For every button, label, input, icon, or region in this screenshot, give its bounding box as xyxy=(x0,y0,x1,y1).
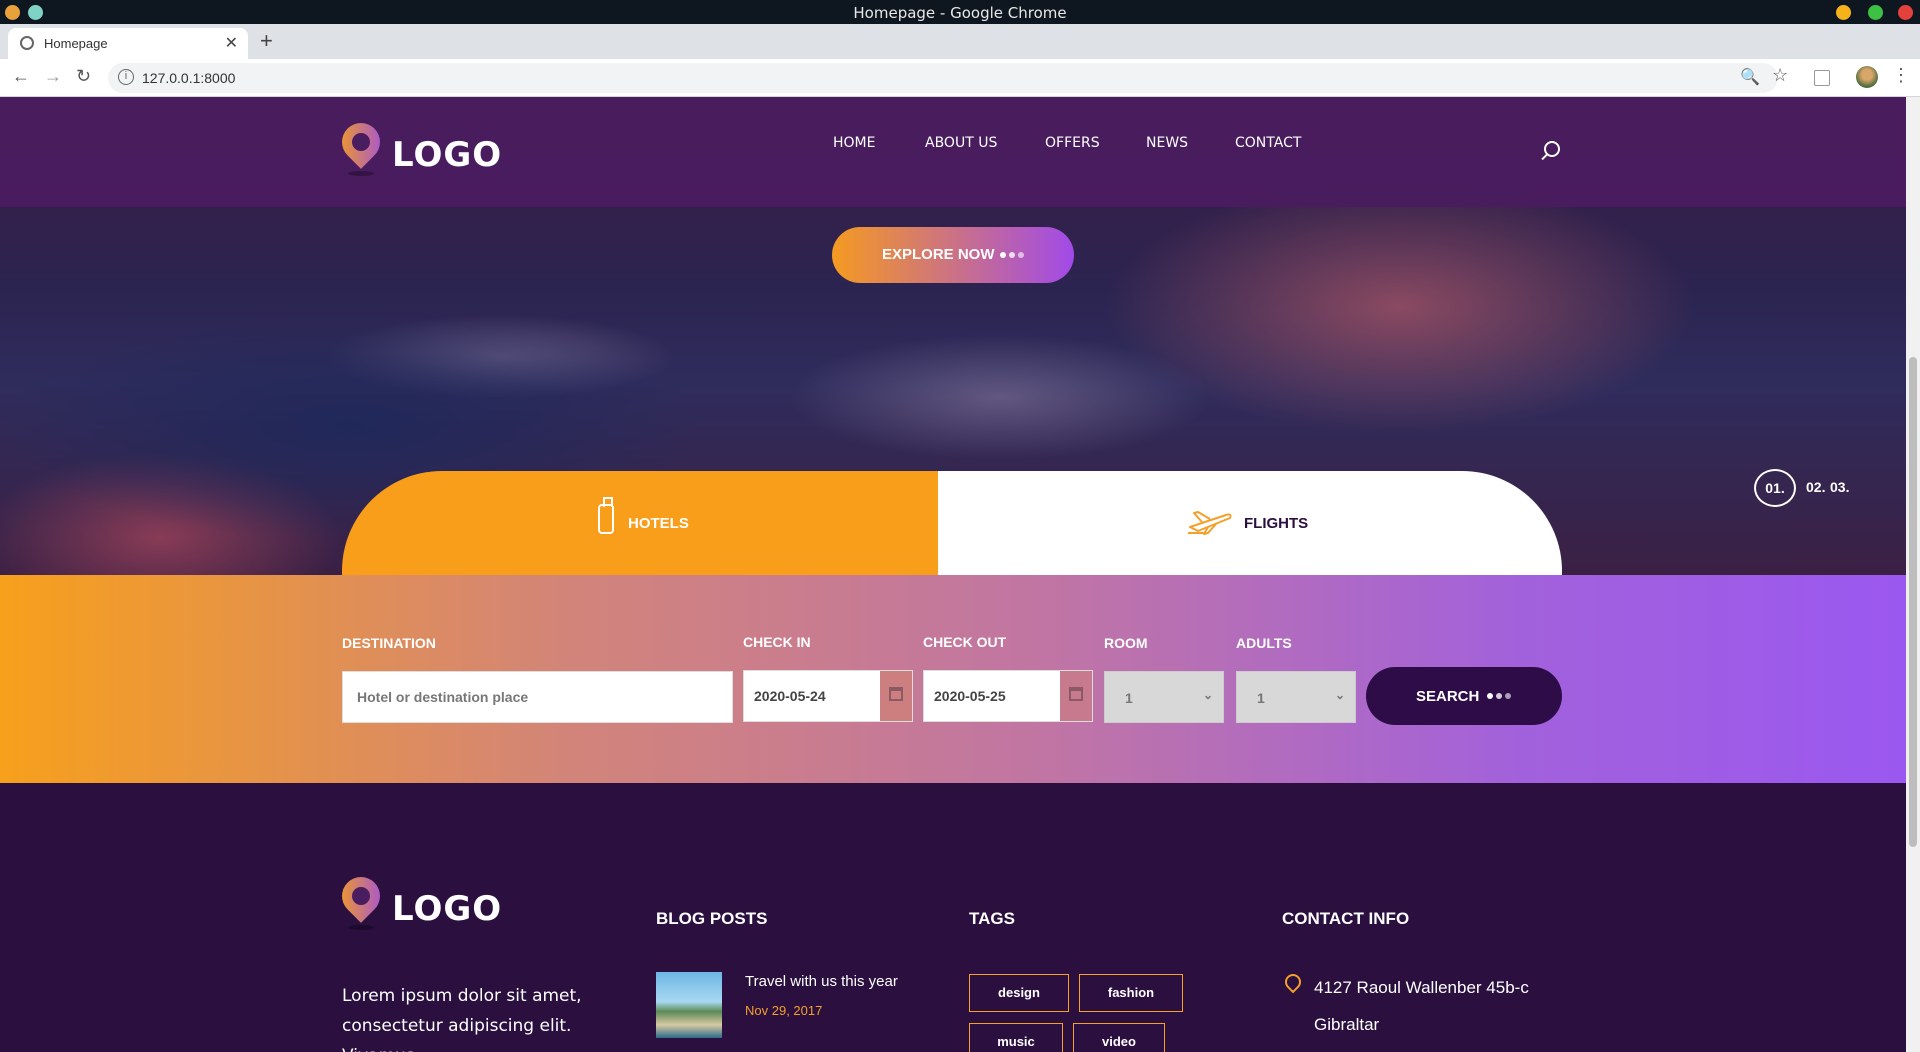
calendar-icon xyxy=(1069,687,1083,701)
tag-music[interactable]: music xyxy=(969,1023,1063,1052)
check-out-value: 2020-05-25 xyxy=(934,688,1006,704)
tab-hotels[interactable]: HOTELS xyxy=(342,471,938,575)
contact-info-heading: CONTACT INFO xyxy=(1282,909,1410,928)
page-viewport: LOGO HOME ABOUT US OFFERS NEWS CONTACT E… xyxy=(0,97,1906,1052)
check-out-calendar-button[interactable] xyxy=(1060,671,1092,721)
blog-posts-heading: BLOG POSTS xyxy=(656,909,768,928)
maximize-button[interactable] xyxy=(1868,5,1883,20)
suitcase-icon xyxy=(598,497,614,534)
info-icon[interactable]: i xyxy=(118,69,134,85)
nav-contact[interactable]: CONTACT xyxy=(1235,135,1301,151)
check-out-label: CHECK OUT xyxy=(923,634,1007,650)
explore-now-label: EXPLORE NOW xyxy=(882,246,995,263)
globe-icon xyxy=(20,36,34,50)
tag-video[interactable]: video xyxy=(1073,1023,1165,1052)
tab-title: Homepage xyxy=(44,36,108,51)
search-button[interactable]: SEARCH xyxy=(1366,667,1562,725)
check-in-calendar-button[interactable] xyxy=(880,671,912,721)
tab-flights-label: FLIGHTS xyxy=(1244,515,1309,532)
tab-hotels-label: HOTELS xyxy=(628,515,689,532)
new-tab-button[interactable]: + xyxy=(260,28,273,54)
page-scrollbar[interactable] xyxy=(1906,97,1920,1052)
calendar-icon xyxy=(889,687,903,701)
nav-offers[interactable]: OFFERS xyxy=(1045,135,1100,151)
nav-home[interactable]: HOME xyxy=(833,135,875,151)
destination-input[interactable]: Hotel or destination place xyxy=(342,671,733,723)
blog-post-title[interactable]: Travel with us this year xyxy=(745,973,898,990)
check-in-label: CHECK IN xyxy=(743,634,811,650)
room-label: ROOM xyxy=(1104,635,1148,651)
footer-logo[interactable]: LOGO xyxy=(334,869,503,937)
url-text[interactable]: 127.0.0.1:8000 xyxy=(142,70,235,86)
minimize-button[interactable] xyxy=(1836,5,1851,20)
nav-about-us[interactable]: ABOUT US xyxy=(925,135,997,151)
booking-tabs: HOTELS FLIGHTS xyxy=(342,471,1562,575)
destination-label: DESTINATION xyxy=(342,635,436,651)
contact-address: 4127 Raoul Wallenber 45b-c Gibraltar xyxy=(1314,969,1529,1043)
check-in-input[interactable]: 2020-05-24 xyxy=(743,670,913,722)
address-bar[interactable]: i 127.0.0.1:8000 xyxy=(108,63,1778,93)
destination-placeholder: Hotel or destination place xyxy=(357,689,529,705)
check-out-input[interactable]: 2020-05-25 xyxy=(923,670,1093,722)
browser-tab[interactable]: Homepage ✕ xyxy=(8,28,248,59)
slide-3-button[interactable]: 03. xyxy=(1830,479,1849,495)
dots-icon xyxy=(1487,693,1511,699)
blog-post-date: Nov 29, 2017 xyxy=(745,1003,823,1018)
logo-text: LOGO xyxy=(392,135,503,175)
forward-button[interactable]: → xyxy=(44,66,62,87)
adults-value: 1 xyxy=(1257,690,1265,706)
profile-avatar[interactable] xyxy=(1856,66,1878,88)
window-title: Homepage - Google Chrome xyxy=(853,4,1067,22)
location-pin-icon xyxy=(334,115,388,169)
room-select[interactable]: 1 ⌄ xyxy=(1104,671,1224,723)
airplane-icon xyxy=(1188,511,1232,535)
blog-post-thumbnail[interactable] xyxy=(656,972,722,1038)
footer-about-text: Lorem ipsum dolor sit amet, consectetur … xyxy=(342,986,582,1052)
nav-news[interactable]: NEWS xyxy=(1146,135,1188,151)
location-pin-icon xyxy=(334,869,388,923)
close-window-button[interactable] xyxy=(1898,5,1913,20)
explore-now-button[interactable]: EXPLORE NOW xyxy=(832,227,1074,283)
location-pin-icon xyxy=(1281,970,1305,994)
tag-design[interactable]: design xyxy=(969,974,1069,1012)
adults-select[interactable]: 1 ⌄ xyxy=(1236,671,1356,723)
reload-button[interactable]: ↻ xyxy=(76,66,91,87)
scrollbar-thumb[interactable] xyxy=(1909,357,1917,847)
booking-search-form: DESTINATION Hotel or destination place C… xyxy=(0,575,1906,783)
browser-menu-icon[interactable]: ⋮ xyxy=(1892,65,1910,86)
tab-strip: Homepage ✕ + xyxy=(0,24,1920,59)
slide-1-button[interactable]: 01. xyxy=(1754,469,1796,507)
chevron-down-icon: ⌄ xyxy=(1202,688,1213,702)
room-value: 1 xyxy=(1125,690,1133,706)
footer-logo-text: LOGO xyxy=(392,889,503,929)
bookmark-star-icon[interactable]: ☆ xyxy=(1772,65,1788,86)
back-button[interactable]: ← xyxy=(12,66,30,87)
header-logo[interactable]: LOGO xyxy=(334,115,503,183)
search-button-label: SEARCH xyxy=(1416,688,1480,705)
check-in-value: 2020-05-24 xyxy=(754,688,826,704)
slide-2-button[interactable]: 02. xyxy=(1806,479,1825,495)
close-tab-icon[interactable]: ✕ xyxy=(225,33,238,53)
browser-toolbar: ← → ↻ i 127.0.0.1:8000 🔍 ☆ ⋮ xyxy=(0,59,1920,97)
extension-icon[interactable] xyxy=(1814,70,1830,86)
zoom-icon[interactable]: 🔍 xyxy=(1740,67,1760,87)
address-line-2: Gibraltar xyxy=(1314,1015,1380,1034)
tag-fashion[interactable]: fashion xyxy=(1079,974,1183,1012)
window-titlebar: Homepage - Google Chrome xyxy=(0,0,1920,24)
tags-heading: TAGS xyxy=(969,909,1015,928)
dots-icon xyxy=(1000,252,1024,258)
site-footer: LOGO Lorem ipsum dolor sit amet, consect… xyxy=(0,783,1906,1052)
search-icon[interactable] xyxy=(1544,141,1560,157)
adults-label: ADULTS xyxy=(1236,635,1292,651)
site-header: LOGO HOME ABOUT US OFFERS NEWS CONTACT xyxy=(0,97,1906,207)
address-line-1: 4127 Raoul Wallenber 45b-c xyxy=(1314,978,1529,997)
chevron-down-icon: ⌄ xyxy=(1334,688,1345,702)
tab-flights[interactable]: FLIGHTS xyxy=(938,471,1562,575)
